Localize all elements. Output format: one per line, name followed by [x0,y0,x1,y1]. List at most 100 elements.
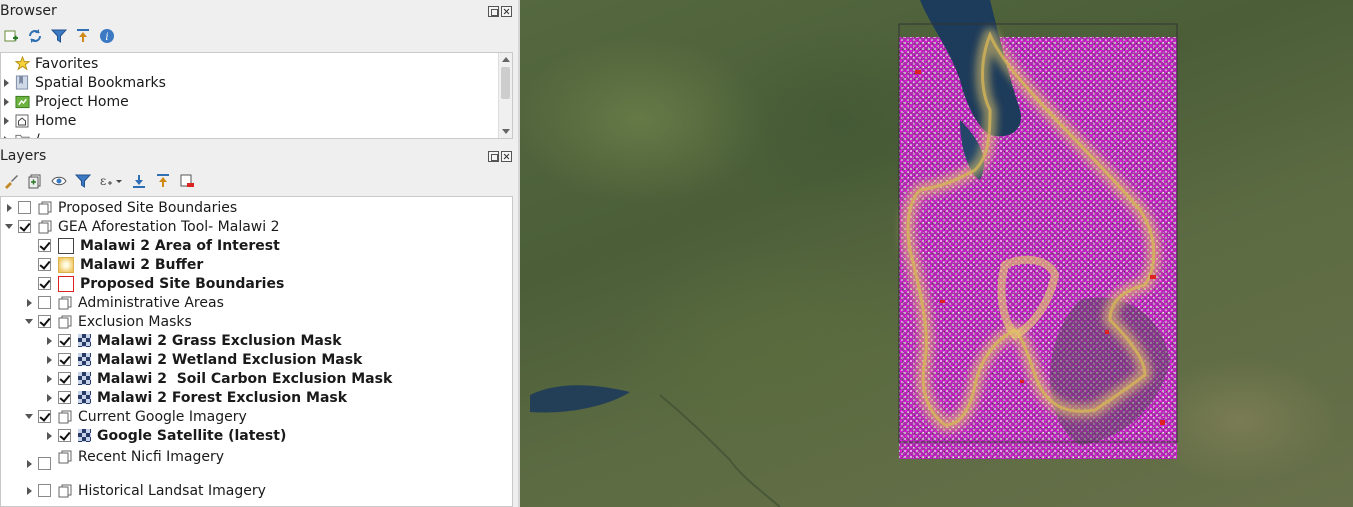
folder-icon [14,132,30,138]
layer-label: Proposed Site Boundaries [58,199,238,216]
bookmark-icon [14,75,30,91]
map-canvas[interactable] [520,0,1353,507]
browser-toolbar: i [0,24,116,48]
svg-text:ε: ε [100,174,106,188]
collapse-arrow-icon[interactable] [4,222,14,232]
layer-group-icon [58,296,72,309]
expand-arrow-icon[interactable] [1,116,11,126]
layer-checkbox[interactable] [38,258,51,271]
browser-item-project-home[interactable]: Project Home [1,92,129,111]
layer-checkbox[interactable] [38,277,51,290]
refresh-icon[interactable] [26,27,44,45]
remove-layer-icon[interactable] [178,172,196,190]
expand-arrow-icon[interactable] [44,431,54,441]
layers-toolbar: ε [0,169,196,193]
buffer-symbol-icon [58,256,74,273]
expand-arrow-icon[interactable] [4,203,14,213]
layer-item-historical-landsat-imagery[interactable]: Historical Landsat Imagery [24,481,266,500]
layer-checkbox[interactable] [38,315,51,328]
layer-checkbox[interactable] [38,296,51,309]
raster-layer-icon [78,391,91,404]
layer-label: Malawi 2 Soil Carbon Exclusion Mask [97,370,393,387]
layer-label: Malawi 2 Grass Exclusion Mask [97,332,342,349]
browser-float-button[interactable] [488,6,499,17]
browser-item-home[interactable]: Home [1,111,76,130]
layer-item-forest-exclusion-mask[interactable]: Malawi 2 Forest Exclusion Mask [44,388,347,407]
layer-item-malawi-2-area-of-interest[interactable]: Malawi 2 Area of Interest [38,236,280,255]
browser-item-label: Home [35,112,77,129]
layer-group-icon [38,201,52,214]
layer-label: Administrative Areas [78,294,224,311]
layer-item-current-google-imagery[interactable]: Current Google Imagery [24,407,247,426]
layer-item-proposed-site-boundaries[interactable]: Proposed Site Boundaries [38,274,284,293]
layer-checkbox[interactable] [58,391,71,404]
layer-checkbox[interactable] [58,353,71,366]
layer-checkbox[interactable] [38,239,51,252]
expand-arrow-icon[interactable] [1,78,11,88]
layers-tree: Proposed Site Boundaries GEA Aforestatio… [0,196,513,507]
layer-checkbox[interactable] [38,457,51,470]
layer-label: Exclusion Masks [78,313,192,330]
layer-label: Malawi 2 Forest Exclusion Mask [97,389,348,406]
collapse-all-icon[interactable] [74,27,92,45]
expand-arrow-icon[interactable] [44,355,54,365]
layer-checkbox[interactable] [18,201,31,214]
layer-checkbox[interactable] [18,220,31,233]
add-layer-icon[interactable] [2,27,20,45]
layer-checkbox[interactable] [58,429,71,442]
expand-arrow-icon[interactable] [44,393,54,403]
layers-close-button[interactable] [501,151,512,162]
browser-close-button[interactable] [501,6,512,17]
browser-item-spatial-bookmarks[interactable]: Spatial Bookmarks [1,73,166,92]
layer-item-google-satellite[interactable]: Google Satellite (latest) [44,426,286,445]
layer-label: Recent Nicfi Imagery [78,448,225,465]
style-icon[interactable] [2,172,20,190]
svg-text:i: i [105,32,108,43]
layer-item-recent-nicfi-imagery[interactable]: Recent Nicfi Imagery [24,447,225,470]
layer-label: Historical Landsat Imagery [78,482,266,499]
layer-item-soil-carbon-exclusion-mask[interactable]: Malawi 2 Soil Carbon Exclusion Mask [44,369,392,388]
layer-item-exclusion-masks[interactable]: Exclusion Masks [24,312,192,331]
layers-float-button[interactable] [488,151,499,162]
filter-icon[interactable] [50,27,68,45]
expand-arrow-icon[interactable] [24,486,34,496]
expand-arrow-icon[interactable] [1,135,11,139]
layer-label: Google Satellite (latest) [97,427,287,444]
add-group-icon[interactable] [26,172,44,190]
raster-layer-icon [78,372,91,385]
layer-item-wetland-exclusion-mask[interactable]: Malawi 2 Wetland Exclusion Mask [44,350,362,369]
layer-checkbox[interactable] [58,372,71,385]
info-icon[interactable]: i [98,27,116,45]
layer-item-malawi-2-buffer[interactable]: Malawi 2 Buffer [38,255,203,274]
layer-checkbox[interactable] [38,484,51,497]
visibility-icon[interactable] [50,172,68,190]
expression-filter-icon[interactable]: ε [98,172,124,190]
expand-arrow-icon[interactable] [1,97,11,107]
expand-all-icon[interactable] [130,172,148,190]
browser-item-favorites[interactable]: Favorites [1,54,98,73]
collapse-all-icon[interactable] [154,172,172,190]
layer-checkbox[interactable] [38,410,51,423]
browser-item-label: Project Home [35,93,129,110]
expand-arrow-icon[interactable] [44,374,54,384]
browser-scrollbar[interactable] [498,53,512,138]
layer-item-grass-exclusion-mask[interactable]: Malawi 2 Grass Exclusion Mask [44,331,342,350]
layer-item-gea-aforestation-tool-group[interactable]: GEA Aforestation Tool- Malawi 2 [4,217,280,236]
layer-item-administrative-areas[interactable]: Administrative Areas [24,293,224,312]
layer-checkbox[interactable] [58,334,71,347]
expand-arrow-icon[interactable] [24,298,34,308]
collapse-arrow-icon[interactable] [24,412,34,422]
raster-layer-icon [78,334,91,347]
layer-label: GEA Aforestation Tool- Malawi 2 [58,218,280,235]
filter-icon[interactable] [74,172,92,190]
layer-label: Malawi 2 Area of Interest [80,237,280,254]
expand-arrow-icon[interactable] [24,459,34,469]
left-dock: Browser i Favorites Spatial Bookmarks Pr… [0,0,518,507]
collapse-arrow-icon[interactable] [24,317,34,327]
project-home-icon [14,94,30,110]
expand-arrow-icon[interactable] [44,336,54,346]
browser-item-root[interactable]: / [1,130,40,139]
layer-item-proposed-site-boundaries-group[interactable]: Proposed Site Boundaries [4,198,237,217]
browser-item-label: / [35,132,40,139]
layer-label: Malawi 2 Buffer [80,256,204,273]
